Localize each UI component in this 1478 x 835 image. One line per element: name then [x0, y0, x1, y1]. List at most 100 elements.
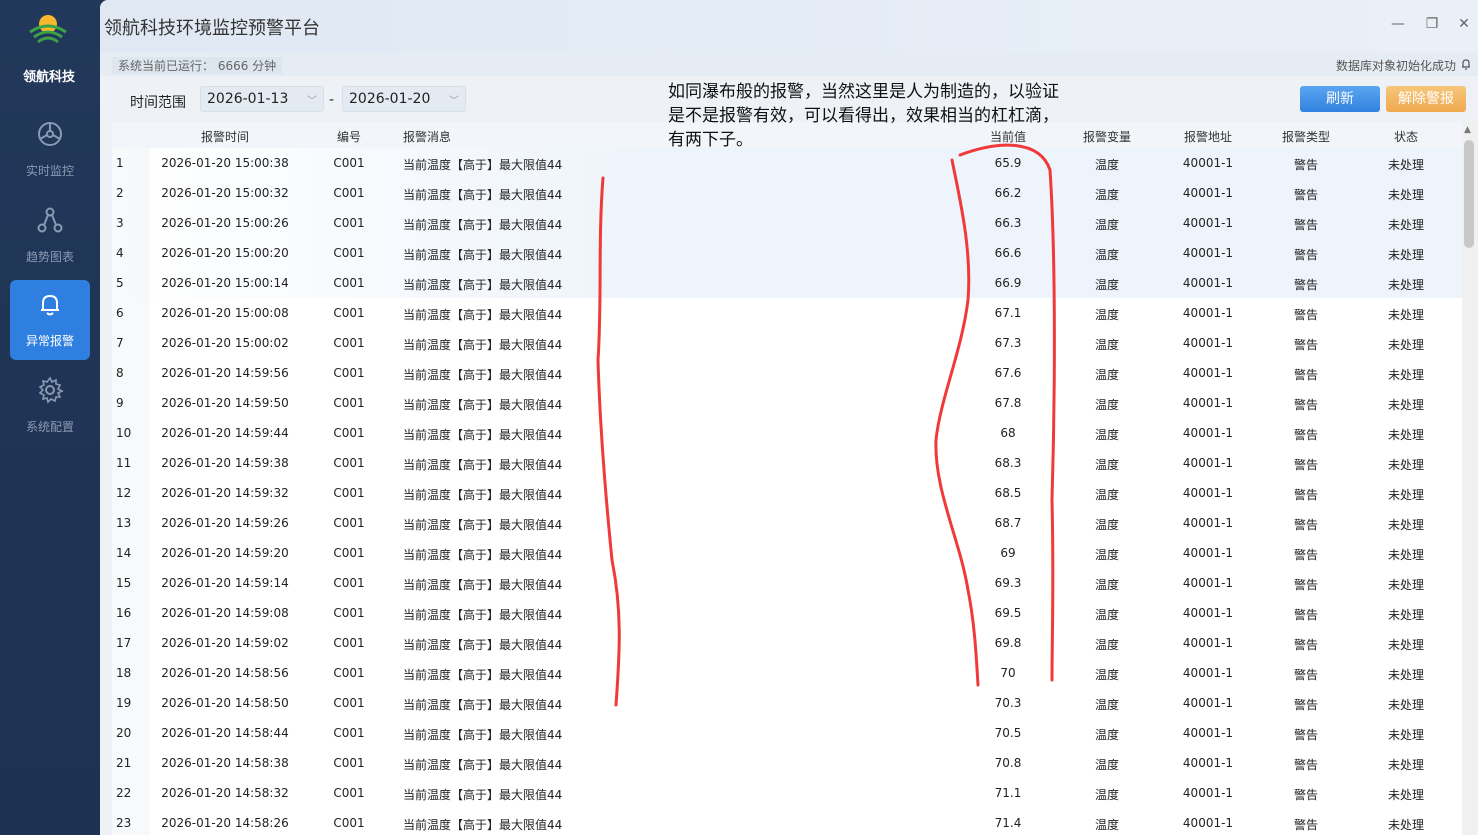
cell-state: 未处理	[1387, 698, 1424, 712]
cell-addr: 40001-1	[1182, 276, 1234, 290]
header-code[interactable]: 编号	[324, 128, 374, 145]
table-row[interactable]: 2 2026-01-20 15:00:32 C001 当前温度【高于】最大限值44 66…	[112, 178, 1462, 208]
nav-item-alarm[interactable]: 异常报警	[10, 280, 90, 360]
cell-code: C001	[333, 786, 365, 800]
end-date-picker[interactable]: 2026-01-20 ﹀	[342, 86, 466, 112]
table-row[interactable]: 20 2026-01-20 14:58:44 C001 当前温度【高于】最大限值44 7…	[112, 718, 1462, 748]
cell-addr: 40001-1	[1182, 636, 1234, 650]
cell-msg: 当前温度【高于】最大限值44	[403, 758, 563, 772]
table-row[interactable]: 19 2026-01-20 14:58:50 C001 当前温度【高于】最大限值44 7…	[112, 688, 1462, 718]
cell-time: 2026-01-20 14:59:08	[161, 606, 289, 620]
table-row[interactable]: 1 2026-01-20 15:00:38 C001 当前温度【高于】最大限值44 65…	[112, 148, 1462, 178]
cell-type: 警告	[1293, 518, 1318, 532]
cell-val: 68.5	[994, 486, 1022, 500]
table-row[interactable]: 16 2026-01-20 14:59:08 C001 当前温度【高于】最大限值44 6…	[112, 598, 1462, 628]
cell-var: 温度	[1094, 518, 1119, 532]
table-row[interactable]: 21 2026-01-20 14:58:38 C001 当前温度【高于】最大限值44 7…	[112, 748, 1462, 778]
cell-idx: 23	[116, 816, 132, 830]
nav-item-realtime-monitor[interactable]: 实时监控	[10, 110, 90, 190]
cell-msg: 当前温度【高于】最大限值44	[403, 398, 563, 412]
nav-label: 趋势图表	[25, 250, 74, 264]
header-type[interactable]: 报警类型	[1276, 128, 1336, 145]
cell-msg: 当前温度【高于】最大限值44	[403, 668, 563, 682]
header-state[interactable]: 状态	[1376, 128, 1436, 145]
table-row[interactable]: 3 2026-01-20 15:00:26 C001 当前温度【高于】最大限值44 66…	[112, 208, 1462, 238]
table-row[interactable]: 12 2026-01-20 14:59:32 C001 当前温度【高于】最大限值44 6…	[112, 478, 1462, 508]
sidebar: 领航科技 实时监控 趋势图表 异常报警 系统配置	[0, 0, 100, 835]
cell-idx: 3	[116, 216, 124, 230]
cell-time: 2026-01-20 14:59:02	[161, 636, 289, 650]
cell-type: 警告	[1293, 188, 1318, 202]
cell-code: C001	[333, 246, 365, 260]
table-row[interactable]: 6 2026-01-20 15:00:08 C001 当前温度【高于】最大限值44 67…	[112, 298, 1462, 328]
refresh-button[interactable]: 刷新	[1300, 86, 1380, 112]
cell-code: C001	[333, 636, 365, 650]
cell-idx: 14	[116, 546, 132, 560]
table-row[interactable]: 18 2026-01-20 14:58:56 C001 当前温度【高于】最大限值44 7…	[112, 658, 1462, 688]
maximize-button[interactable]: ❐	[1424, 16, 1440, 32]
cell-type: 警告	[1293, 818, 1318, 832]
cell-val: 70.3	[994, 696, 1022, 710]
table-row[interactable]: 15 2026-01-20 14:59:14 C001 当前温度【高于】最大限值44 6…	[112, 568, 1462, 598]
cell-msg: 当前温度【高于】最大限值44	[403, 458, 563, 472]
vertical-scrollbar[interactable]: ▲	[1462, 122, 1476, 835]
cell-val: 69.5	[994, 606, 1022, 620]
table-row[interactable]: 8 2026-01-20 14:59:56 C001 当前温度【高于】最大限值44 67…	[112, 358, 1462, 388]
chevron-down-icon: ﹀	[449, 96, 459, 107]
table-row[interactable]: 4 2026-01-20 15:00:20 C001 当前温度【高于】最大限值44 66…	[112, 238, 1462, 268]
cell-addr: 40001-1	[1182, 186, 1234, 200]
header-address[interactable]: 报警地址	[1168, 128, 1248, 145]
clear-alarm-button[interactable]: 解除警报	[1386, 86, 1466, 112]
table-row[interactable]: 5 2026-01-20 15:00:14 C001 当前温度【高于】最大限值44 66…	[112, 268, 1462, 298]
table-row[interactable]: 10 2026-01-20 14:59:44 C001 当前温度【高于】最大限值44 6…	[112, 418, 1462, 448]
nav-item-trend-chart[interactable]: 趋势图表	[10, 196, 90, 276]
cell-type: 警告	[1293, 578, 1318, 592]
start-date-picker[interactable]: 2026-01-13 ﹀	[200, 86, 324, 112]
chevron-down-icon: ﹀	[307, 96, 317, 107]
cell-state: 未处理	[1387, 338, 1424, 352]
close-button[interactable]: ✕	[1456, 16, 1472, 32]
table-row[interactable]: 22 2026-01-20 14:58:32 C001 当前温度【高于】最大限值44 7…	[112, 778, 1462, 808]
cell-state: 未处理	[1387, 608, 1424, 622]
cell-msg: 当前温度【高于】最大限值44	[403, 608, 563, 622]
cell-code: C001	[333, 366, 365, 380]
cell-msg: 当前温度【高于】最大限值44	[403, 548, 563, 562]
cell-code: C001	[333, 426, 365, 440]
header-variable[interactable]: 报警变量	[1077, 128, 1137, 145]
cell-type: 警告	[1293, 218, 1318, 232]
cell-idx: 6	[116, 306, 124, 320]
table-row[interactable]: 13 2026-01-20 14:59:26 C001 当前温度【高于】最大限值44 6…	[112, 508, 1462, 538]
table-row[interactable]: 17 2026-01-20 14:59:02 C001 当前温度【高于】最大限值44 6…	[112, 628, 1462, 658]
table-row[interactable]: 9 2026-01-20 14:59:50 C001 当前温度【高于】最大限值44 67…	[112, 388, 1462, 418]
cell-val: 66.6	[994, 246, 1022, 260]
cell-type: 警告	[1293, 398, 1318, 412]
nav-item-system-config[interactable]: 系统配置	[10, 366, 90, 446]
cell-code: C001	[333, 726, 365, 740]
cell-state: 未处理	[1387, 398, 1424, 412]
cell-code: C001	[333, 456, 365, 470]
table-row[interactable]: 11 2026-01-20 14:59:38 C001 当前温度【高于】最大限值44 6…	[112, 448, 1462, 478]
app-title: 领航科技环境监控预警平台	[104, 18, 320, 39]
minimize-button[interactable]: —	[1390, 16, 1406, 32]
cell-var: 温度	[1094, 578, 1119, 592]
table-row[interactable]: 23 2026-01-20 14:58:26 C001 当前温度【高于】最大限值44 7…	[112, 808, 1462, 835]
header-message[interactable]: 报警消息	[403, 128, 451, 145]
cell-addr: 40001-1	[1182, 216, 1234, 230]
header-time[interactable]: 报警时间	[160, 128, 290, 145]
cell-msg: 当前温度【高于】最大限值44	[403, 698, 563, 712]
cell-val: 66.3	[994, 216, 1022, 230]
table-row[interactable]: 14 2026-01-20 14:59:20 C001 当前温度【高于】最大限值44 6…	[112, 538, 1462, 568]
cell-code: C001	[333, 816, 365, 830]
cell-type: 警告	[1293, 698, 1318, 712]
cell-state: 未处理	[1387, 488, 1424, 502]
cell-msg: 当前温度【高于】最大限值44	[403, 248, 563, 262]
cell-idx: 18	[116, 666, 132, 680]
cell-time: 2026-01-20 14:58:38	[161, 756, 289, 770]
scroll-up-icon[interactable]: ▲	[1464, 125, 1471, 135]
table-row[interactable]: 7 2026-01-20 15:00:02 C001 当前温度【高于】最大限值44 67…	[112, 328, 1462, 358]
scrollbar-thumb[interactable]	[1464, 140, 1474, 248]
logo-icon	[29, 15, 67, 44]
cell-idx: 9	[116, 396, 124, 410]
cell-state: 未处理	[1387, 548, 1424, 562]
cell-idx: 4	[116, 246, 124, 260]
